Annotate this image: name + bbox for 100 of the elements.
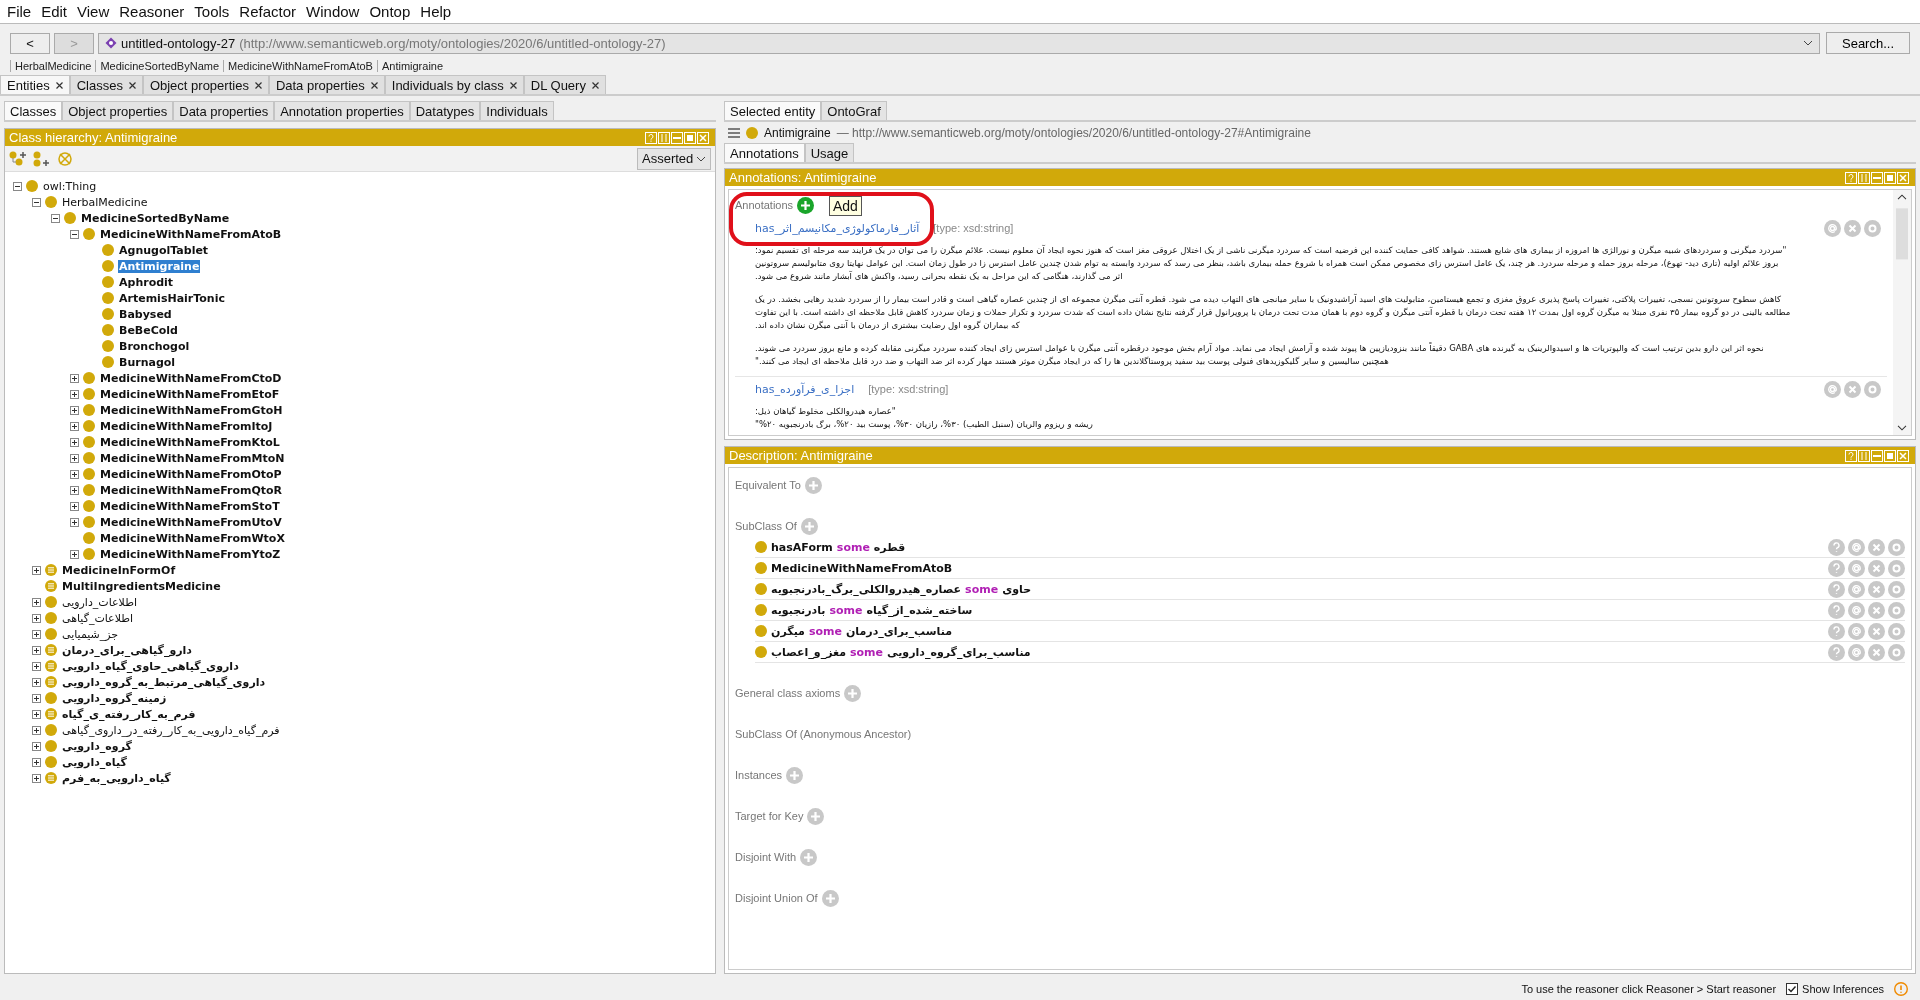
annotate-icon[interactable]: [1848, 622, 1865, 640]
delete-icon[interactable]: [1868, 559, 1885, 577]
breadcrumb-item[interactable]: HerbalMedicine: [10, 60, 92, 72]
entity-view-tab[interactable]: Usage: [804, 143, 855, 162]
entity-tab[interactable]: Datatypes: [409, 101, 481, 120]
help-icon[interactable]: [1828, 580, 1845, 598]
expand-icon[interactable]: [32, 661, 41, 671]
help-icon[interactable]: [1828, 622, 1845, 640]
scrollbar[interactable]: [1893, 190, 1911, 435]
breadcrumb-item[interactable]: MedicineSortedByName: [95, 60, 220, 72]
tree-item[interactable]: دارو_گیاهی_برای_درمان: [61, 643, 193, 657]
expand-icon[interactable]: [32, 709, 41, 719]
tree-item[interactable]: BeBeCold: [118, 323, 179, 337]
help-icon[interactable]: [1828, 601, 1845, 619]
expand-icon[interactable]: [32, 773, 41, 783]
menu-item[interactable]: View: [72, 3, 115, 20]
menu-item[interactable]: Reasoner: [114, 3, 190, 20]
entity-tab[interactable]: Object properties: [62, 101, 174, 120]
expand-icon[interactable]: [32, 725, 41, 735]
panel-controls-icon[interactable]: [645, 131, 711, 144]
collapse-icon[interactable]: [13, 181, 22, 191]
tree-item[interactable]: داروی_گیاهی_حاوی_گیاه_دارویی: [61, 659, 240, 673]
close-icon[interactable]: [509, 81, 517, 89]
entity-tab[interactable]: Annotation properties: [274, 101, 410, 120]
delete-icon[interactable]: [1868, 622, 1885, 640]
expand-icon[interactable]: [70, 437, 79, 447]
delete-icon[interactable]: [1868, 538, 1885, 556]
tree-item[interactable]: MultiIngredientsMedicine: [61, 579, 222, 593]
expand-icon[interactable]: [70, 501, 79, 511]
close-icon[interactable]: [55, 81, 63, 89]
tree-item[interactable]: فرم_گیاه_دارویی_به_کار_رفته_در_داروی_گیاهی: [61, 723, 281, 737]
menu-item[interactable]: File: [2, 3, 37, 20]
tree-item[interactable]: گروه_دارویی: [61, 739, 133, 753]
expand-icon[interactable]: [70, 485, 79, 495]
tree-item[interactable]: MedicineWithNameFromWtoX: [99, 531, 286, 545]
delete-icon[interactable]: [1844, 220, 1861, 237]
close-icon[interactable]: [370, 81, 378, 89]
edit-icon[interactable]: [1864, 381, 1881, 398]
tree-item[interactable]: گیاه_دارویی_به_فرم: [61, 771, 172, 785]
menu-icon[interactable]: [728, 128, 740, 138]
tree-item[interactable]: Antimigraine: [118, 259, 201, 273]
tree-item[interactable]: MedicineWithNameFromStoT: [99, 499, 281, 513]
tree-item[interactable]: Bronchogol: [118, 339, 191, 353]
entity-tab[interactable]: Classes: [4, 101, 63, 120]
annotate-icon[interactable]: [1848, 559, 1865, 577]
menu-item[interactable]: Tools: [189, 3, 235, 20]
workspace-tab[interactable]: Object properties: [142, 75, 269, 94]
breadcrumb-item[interactable]: Antimigraine: [376, 60, 444, 72]
view-tab[interactable]: OntoGraf: [821, 101, 887, 120]
expand-icon[interactable]: [70, 469, 79, 479]
add-icon[interactable]: [786, 766, 804, 784]
menu-item[interactable]: Edit: [36, 3, 73, 20]
tree-item[interactable]: MedicineWithNameFromYtoZ: [99, 547, 282, 561]
expand-icon[interactable]: [32, 741, 41, 751]
help-icon[interactable]: [1828, 538, 1845, 556]
workspace-tab[interactable]: DL Query: [523, 75, 606, 94]
tree-item[interactable]: owl:Thing: [42, 179, 98, 193]
expand-icon[interactable]: [32, 677, 41, 687]
tree-item[interactable]: MedicineWithNameFromCtoD: [99, 371, 283, 385]
workspace-tab[interactable]: Data properties: [268, 75, 385, 94]
tree-item[interactable]: AgnugolTablet: [118, 243, 210, 257]
class-axiom[interactable]: MedicineWithNameFromAtoB: [771, 561, 953, 575]
tree-item[interactable]: اطلاعات_گیاهی: [61, 611, 135, 625]
add-icon[interactable]: [807, 807, 825, 825]
add-subclass-icon[interactable]: [9, 150, 27, 167]
tree-item[interactable]: HerbalMedicine: [61, 195, 149, 209]
add-icon[interactable]: [821, 889, 839, 907]
annotate-icon[interactable]: [1824, 220, 1841, 237]
annotate-icon[interactable]: [1848, 580, 1865, 598]
edit-icon[interactable]: [1888, 559, 1905, 577]
back-button[interactable]: <: [10, 32, 50, 54]
add-icon[interactable]: [800, 848, 818, 866]
close-icon[interactable]: [591, 81, 599, 89]
tree-item[interactable]: داروی_گیاهی_مرتبط_به_گروه_دارویی: [61, 675, 267, 689]
add-icon[interactable]: [844, 684, 862, 702]
annotation-property[interactable]: has_آثار_فارماکولوژی_مکانیسم_اثر: [755, 221, 920, 235]
tree-item[interactable]: MedicineWithNameFromOtoP: [99, 467, 283, 481]
tree-item[interactable]: MedicineWithNameFromGtoH: [99, 403, 284, 417]
entity-view-tab[interactable]: Annotations: [724, 143, 805, 162]
help-icon[interactable]: [1828, 643, 1845, 661]
expand-icon[interactable]: [32, 645, 41, 655]
tree-item[interactable]: Burnagol: [118, 355, 177, 369]
tree-item[interactable]: MedicineWithNameFromMtoN: [99, 451, 286, 465]
tree-item[interactable]: ArtemisHairTonic: [118, 291, 226, 305]
tree-item[interactable]: Aphrodit: [118, 275, 175, 289]
edit-icon[interactable]: [1864, 220, 1881, 237]
close-icon[interactable]: [128, 81, 136, 89]
close-icon[interactable]: [254, 81, 262, 89]
tree-item[interactable]: MedicineWithNameFromEtoF: [99, 387, 281, 401]
delete-icon[interactable]: [1844, 381, 1861, 398]
annotate-icon[interactable]: [1848, 643, 1865, 661]
entity-tab[interactable]: Individuals: [480, 101, 554, 120]
collapse-icon[interactable]: [51, 213, 60, 223]
expand-icon[interactable]: [70, 405, 79, 415]
menu-item[interactable]: Ontop: [364, 3, 416, 20]
collapse-icon[interactable]: [32, 197, 41, 207]
edit-icon[interactable]: [1888, 538, 1905, 556]
annotate-icon[interactable]: [1824, 381, 1841, 398]
delete-class-icon[interactable]: [57, 150, 73, 167]
panel-controls-icon[interactable]: [1845, 449, 1911, 462]
